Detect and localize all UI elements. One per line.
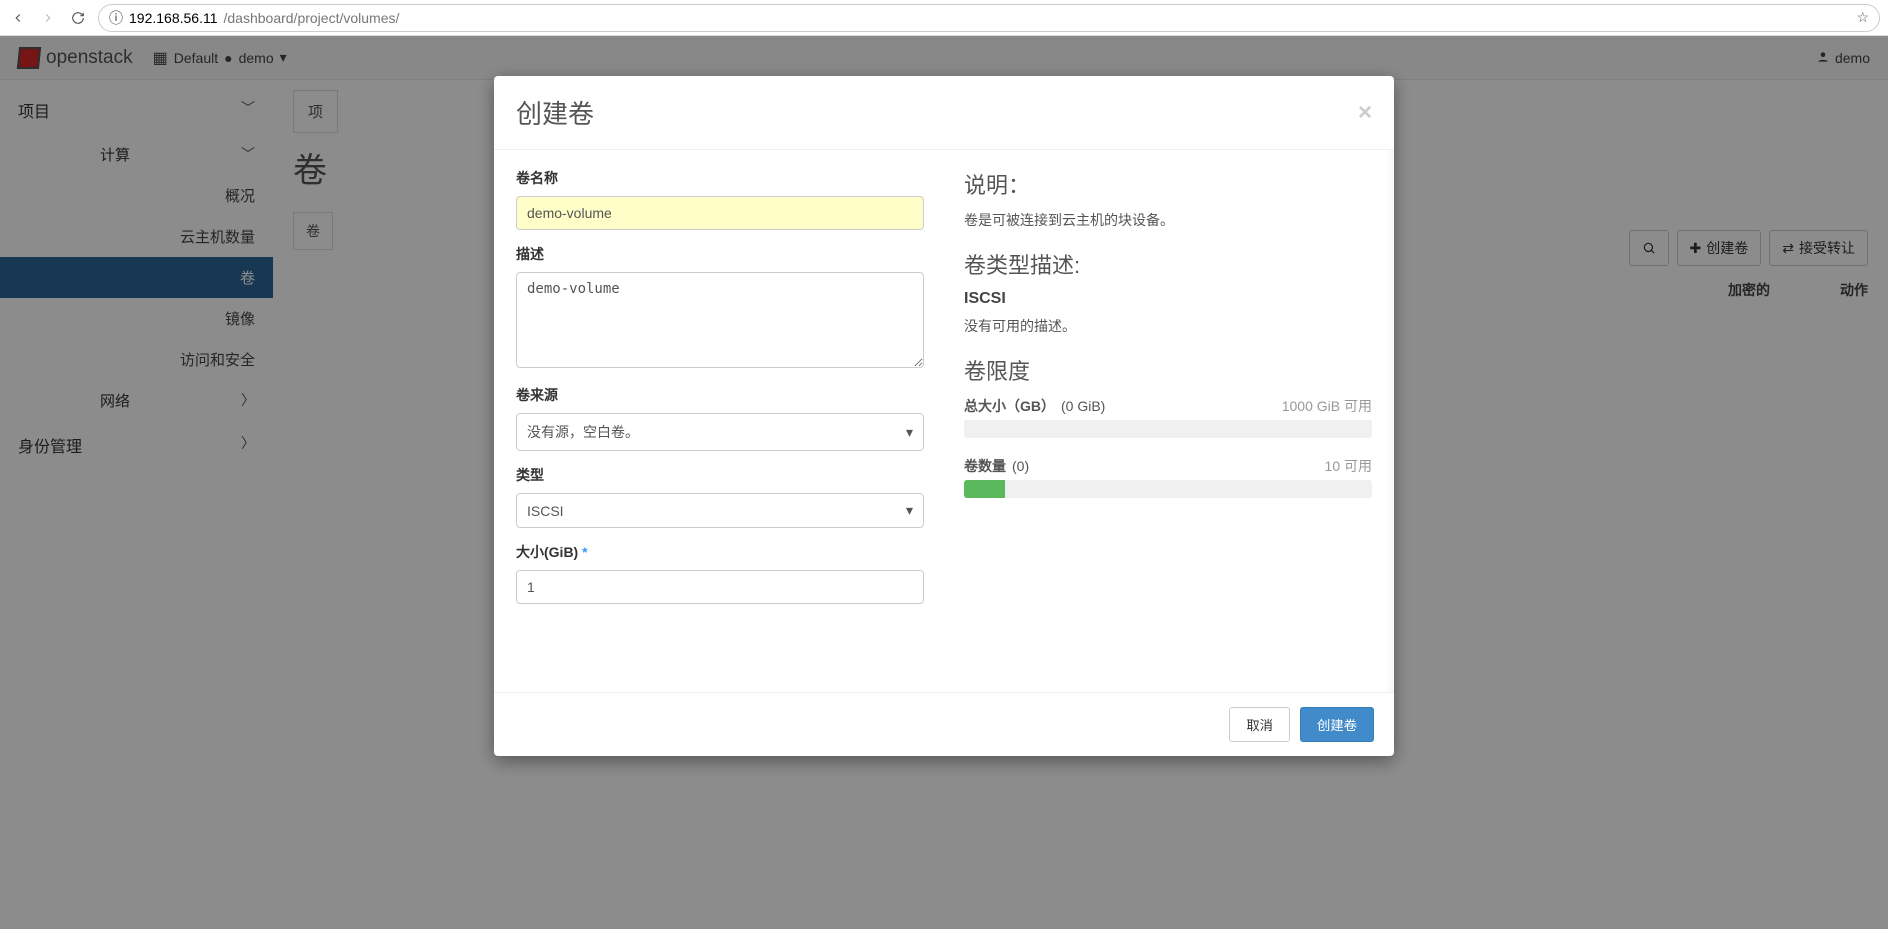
required-asterisk: *: [582, 544, 587, 560]
quota-size-used: (0 GiB): [1061, 398, 1105, 414]
caret-down-icon: ▾: [906, 424, 913, 441]
help-text: 卷是可被连接到云主机的块设备。: [964, 210, 1372, 230]
quota-count-label: 卷数量: [964, 456, 1006, 476]
close-icon[interactable]: ×: [1358, 99, 1372, 127]
modal-header: 创建卷 ×: [494, 76, 1394, 150]
url-host: 192.168.56.11: [129, 10, 218, 26]
type-desc-text: 没有可用的描述。: [964, 316, 1372, 336]
help-title: 说明：: [964, 168, 1372, 200]
quota-count-used: (0): [1012, 458, 1029, 474]
reload-button[interactable]: [68, 8, 88, 28]
scrollbar[interactable]: [1384, 150, 1394, 692]
modal-title: 创建卷: [516, 94, 594, 131]
label-size: 大小(GiB) *: [516, 542, 924, 562]
description-textarea[interactable]: demo-volume: [516, 272, 924, 368]
modal-body: 卷名称 描述 demo-volume 卷来源 没有源，空白卷。 ▾ 类型 ISC…: [494, 150, 1394, 692]
source-select[interactable]: 没有源，空白卷。 ▾: [516, 413, 924, 451]
label-text: 大小(GiB): [516, 544, 578, 560]
select-value: 没有源，空白卷。: [527, 422, 639, 442]
progress-fill: [964, 480, 1005, 498]
caret-down-icon: ▾: [906, 502, 913, 519]
info-icon: ⓘ: [109, 8, 123, 28]
label-description: 描述: [516, 244, 924, 264]
volume-name-input[interactable]: [516, 196, 924, 230]
quota-size-label: 总大小（GB）: [964, 396, 1055, 416]
bookmark-star-icon[interactable]: ☆: [1856, 9, 1869, 26]
submit-button[interactable]: 创建卷: [1300, 707, 1374, 742]
modal-footer: 取消 创建卷: [494, 692, 1394, 756]
forward-button[interactable]: [38, 8, 58, 28]
select-value: ISCSI: [527, 503, 564, 519]
address-bar[interactable]: ⓘ 192.168.56.11/dashboard/project/volume…: [98, 4, 1880, 32]
label-source: 卷来源: [516, 385, 924, 405]
quota-size-row: 总大小（GB） (0 GiB) 1000 GiB 可用: [964, 396, 1372, 416]
quota-count-progress: [964, 480, 1372, 498]
quota-count-available: 10 可用: [1325, 456, 1372, 476]
back-button[interactable]: [8, 8, 28, 28]
label-type: 类型: [516, 465, 924, 485]
type-desc-title: 卷类型描述:: [964, 248, 1372, 280]
cancel-button[interactable]: 取消: [1229, 707, 1290, 742]
quota-count-row: 卷数量 (0) 10 可用: [964, 456, 1372, 476]
quota-size-available: 1000 GiB 可用: [1282, 396, 1372, 416]
create-volume-modal: 创建卷 × 卷名称 描述 demo-volume 卷来源 没有源，空白卷。 ▾ …: [494, 76, 1394, 756]
quota-size-progress: [964, 420, 1372, 438]
type-desc-name: ISCSI: [964, 290, 1372, 308]
type-select[interactable]: ISCSI ▾: [516, 493, 924, 528]
browser-toolbar: ⓘ 192.168.56.11/dashboard/project/volume…: [0, 0, 1888, 36]
size-input[interactable]: [516, 570, 924, 604]
url-path: /dashboard/project/volumes/: [224, 10, 400, 26]
label-volume-name: 卷名称: [516, 168, 924, 188]
limits-title: 卷限度: [964, 354, 1372, 386]
